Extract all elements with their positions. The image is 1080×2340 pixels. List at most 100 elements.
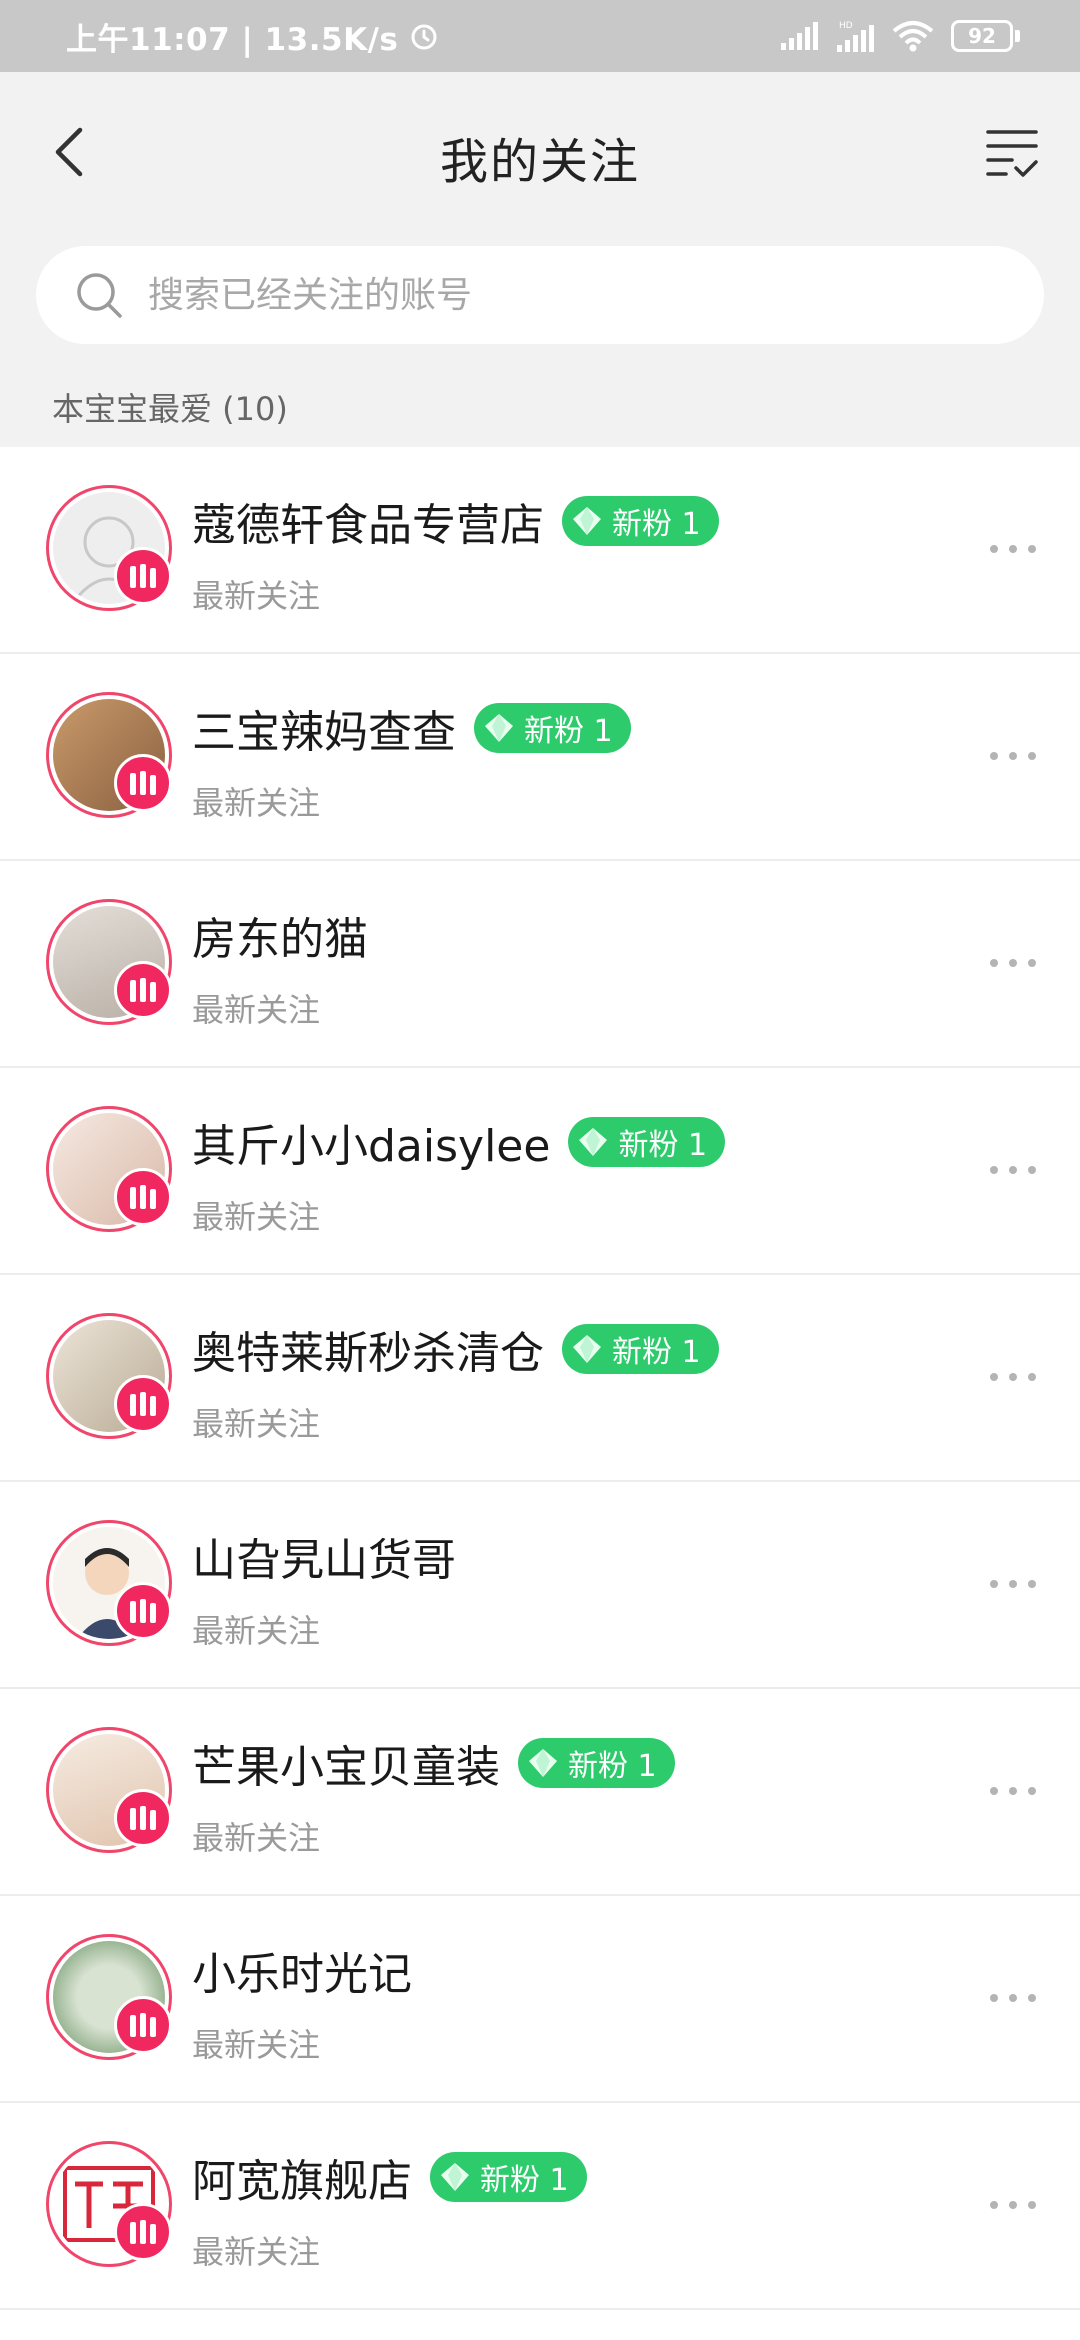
more-options-icon[interactable]	[990, 1572, 1036, 1596]
new-fan-label: 新粉 1	[618, 1128, 708, 1163]
follow-status: 最新关注	[192, 991, 321, 1029]
list-item[interactable]: 其斤小小daisylee 新粉 1 最新关注	[0, 1068, 1080, 1275]
account-name: 蔻德轩食品专营店	[192, 500, 544, 551]
list-item[interactable]: 蔻德轩食品专营店 新粉 1 最新关注	[0, 447, 1080, 654]
account-name: 奥特莱斯秒杀清仓	[192, 1328, 544, 1379]
follow-status: 最新关注	[192, 1405, 321, 1443]
follow-status: 最新关注	[192, 1819, 321, 1857]
name-line: 三宝辣妈查查 新粉 1	[192, 696, 631, 760]
status-left: 上午11:07 | 13.5K/s	[66, 14, 440, 59]
new-fan-label: 新粉 1	[568, 1749, 657, 1784]
avatar[interactable]	[46, 2141, 172, 2267]
follow-status: 最新关注	[192, 1612, 321, 1650]
diamond-icon	[441, 2163, 469, 2191]
more-options-icon[interactable]	[990, 1779, 1036, 1803]
status-time: 上午11:07 | 13.5K/s	[66, 21, 399, 58]
name-line: 蔻德轩食品专营店 新粉 1	[192, 489, 719, 553]
more-options-icon[interactable]	[990, 1365, 1036, 1389]
name-line: 奥特莱斯秒杀清仓 新粉 1	[192, 1317, 719, 1381]
diamond-icon	[529, 1749, 557, 1777]
new-fan-label: 新粉 1	[480, 2163, 569, 2198]
list-item[interactable]: 奥特莱斯秒杀清仓 新粉 1 最新关注	[0, 1275, 1080, 1482]
new-fan-label: 新粉 1	[612, 507, 701, 542]
diamond-icon	[485, 714, 513, 742]
search-bar[interactable]	[36, 246, 1044, 344]
list-manage-icon[interactable]	[982, 124, 1042, 184]
header: 我的关注 本宝宝最爱 (10)	[0, 72, 1080, 447]
new-fan-badge: 新粉 1	[562, 1324, 719, 1374]
new-fan-badge: 新粉 1	[474, 703, 631, 753]
live-icon	[114, 1582, 172, 1640]
list-item[interactable]: 山旮旯山货哥 最新关注	[0, 1482, 1080, 1689]
name-line: 小乐时光记	[192, 1938, 412, 2002]
search-icon	[77, 273, 122, 318]
battery-icon: 92	[951, 20, 1020, 52]
name-line: 山旮旯山货哥	[192, 1524, 456, 1588]
account-name: 小乐时光记	[192, 1949, 412, 2000]
follow-status: 最新关注	[192, 784, 321, 822]
diamond-icon	[573, 1335, 601, 1363]
live-icon	[114, 1375, 172, 1433]
signal-icon	[781, 22, 818, 50]
more-options-icon[interactable]	[990, 2193, 1036, 2217]
account-name: 阿宽旗舰店	[192, 2156, 412, 2207]
account-name: 三宝辣妈查查	[192, 707, 456, 758]
status-bar: 上午11:07 | 13.5K/s HD 92	[0, 0, 1080, 72]
avatar[interactable]	[46, 1313, 172, 1439]
live-icon	[114, 754, 172, 812]
new-fan-badge: 新粉 1	[518, 1738, 675, 1788]
list-item[interactable]: 芒果小宝贝童装 新粉 1 最新关注	[0, 1689, 1080, 1896]
live-icon	[114, 1168, 172, 1226]
name-line: 芒果小宝贝童装 新粉 1	[192, 1731, 675, 1795]
list-item[interactable]: 三宝辣妈查查 新粉 1 最新关注	[0, 654, 1080, 861]
follow-status: 最新关注	[192, 577, 321, 615]
name-line: 房东的猫	[192, 903, 368, 967]
live-icon	[114, 1789, 172, 1847]
search-input[interactable]	[148, 274, 948, 316]
account-name: 房东的猫	[192, 914, 368, 965]
status-right: HD 92	[779, 19, 1020, 53]
live-icon	[114, 547, 172, 605]
follow-list: 蔻德轩食品专营店 新粉 1 最新关注 三宝辣妈查查 新粉 1 最新关注 房东的猫…	[0, 447, 1080, 2310]
section-label: 本宝宝最爱 (10)	[52, 390, 288, 428]
follow-status: 最新关注	[192, 2026, 321, 2064]
list-item[interactable]: 小乐时光记 最新关注	[0, 1896, 1080, 2103]
more-options-icon[interactable]	[990, 1158, 1036, 1182]
follow-status: 最新关注	[192, 2233, 321, 2271]
account-name: 山旮旯山货哥	[192, 1535, 456, 1586]
more-options-icon[interactable]	[990, 744, 1036, 768]
hd-signal-icon: HD	[837, 21, 874, 52]
alarm-icon	[411, 24, 437, 50]
more-options-icon[interactable]	[990, 1986, 1036, 2010]
live-icon	[114, 1996, 172, 2054]
wifi-icon	[892, 21, 934, 52]
avatar[interactable]	[46, 485, 172, 611]
account-name: 其斤小小daisylee	[192, 1121, 551, 1172]
follow-status: 最新关注	[192, 1198, 321, 1236]
battery-level: 92	[968, 24, 996, 48]
list-item[interactable]: 阿宽旗舰店 新粉 1 最新关注	[0, 2103, 1080, 2310]
avatar[interactable]	[46, 1727, 172, 1853]
avatar[interactable]	[46, 1520, 172, 1646]
avatar[interactable]	[46, 1106, 172, 1232]
more-options-icon[interactable]	[990, 951, 1036, 975]
avatar[interactable]	[46, 1934, 172, 2060]
new-fan-badge: 新粉 1	[562, 496, 719, 546]
diamond-icon	[579, 1128, 608, 1156]
new-fan-label: 新粉 1	[612, 1335, 701, 1370]
name-line: 阿宽旗舰店 新粉 1	[192, 2145, 587, 2209]
avatar[interactable]	[46, 899, 172, 1025]
new-fan-badge: 新粉 1	[568, 1117, 726, 1167]
svg-text:HD: HD	[839, 21, 853, 31]
list-item[interactable]: 房东的猫 最新关注	[0, 861, 1080, 1068]
account-name: 芒果小宝贝童装	[192, 1742, 500, 1793]
page-title: 我的关注	[439, 134, 640, 190]
avatar[interactable]	[46, 692, 172, 818]
diamond-icon	[573, 507, 601, 535]
live-icon	[114, 961, 172, 1019]
new-fan-badge: 新粉 1	[430, 2152, 587, 2202]
new-fan-label: 新粉 1	[524, 714, 613, 749]
more-options-icon[interactable]	[990, 537, 1036, 561]
live-icon	[114, 2203, 172, 2261]
name-line: 其斤小小daisylee 新粉 1	[192, 1110, 726, 1174]
